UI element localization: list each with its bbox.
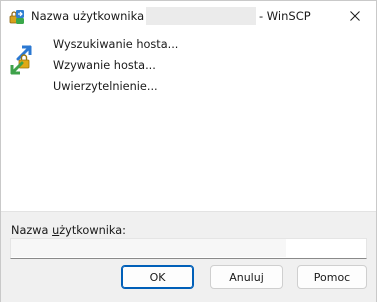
redacted-username <box>11 239 286 257</box>
username-label: Nazwa użytkownika: <box>11 224 126 237</box>
window-title: Nazwa użytkownika - <box>31 9 152 23</box>
help-button[interactable]: Pomoc <box>297 265 367 289</box>
step-host-connect: Wzywanie hosta... <box>53 59 156 72</box>
close-icon <box>350 11 360 21</box>
login-dialog: Nazwa użytkownika - - WinSCP Wyszukiwani… <box>0 0 377 302</box>
step-host-lookup: Wyszukiwanie hosta... <box>53 38 179 51</box>
window-title-suffix: - WinSCP <box>259 9 311 23</box>
step-authentication: Uwierzytelnienie... <box>53 80 158 93</box>
key-arrows-icon <box>10 45 32 75</box>
credentials-panel: Nazwa użytkownika: OK Anuluj Pomoc <box>1 211 376 302</box>
ok-button[interactable]: OK <box>121 265 194 289</box>
cancel-button[interactable]: Anuluj <box>210 265 283 289</box>
winscp-app-icon <box>9 9 25 25</box>
title-bar[interactable]: Nazwa użytkownika - - WinSCP <box>1 1 376 32</box>
close-button[interactable] <box>340 5 370 27</box>
progress-steps: Wyszukiwanie hosta... Wzywanie hosta... … <box>53 38 178 101</box>
redacted-host <box>146 7 256 25</box>
